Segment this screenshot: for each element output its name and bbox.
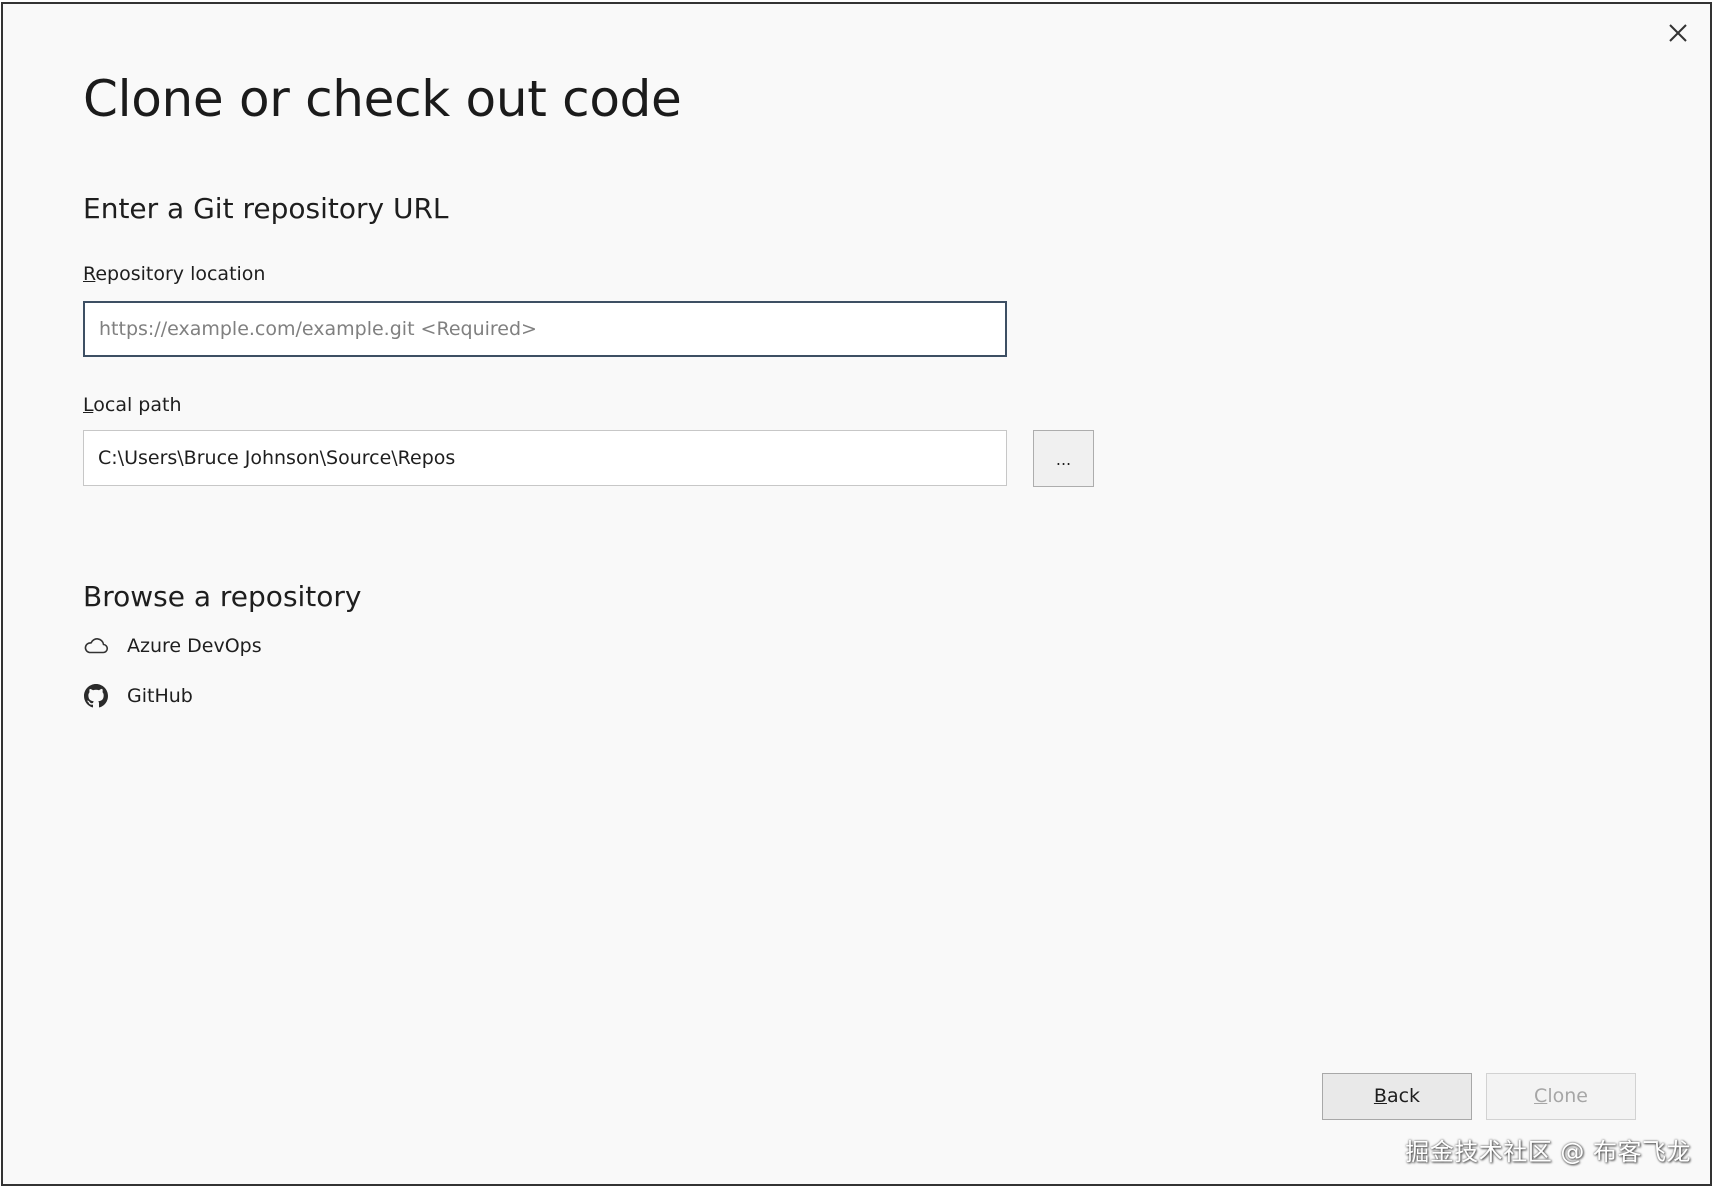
clone-label-text: lone <box>1547 1085 1588 1107</box>
page-title: Clone or check out code <box>83 70 682 128</box>
close-icon <box>1669 24 1687 42</box>
local-path-label-text: ocal path <box>93 394 182 416</box>
git-url-heading: Enter a Git repository URL <box>83 192 449 225</box>
close-button[interactable] <box>1665 20 1691 46</box>
browse-repository-heading: Browse a repository <box>83 580 362 613</box>
azure-devops-label: Azure DevOps <box>127 635 262 657</box>
repository-location-label: Repository location <box>83 263 265 285</box>
github-icon <box>83 683 109 709</box>
repository-location-access-key: R <box>83 263 96 285</box>
azure-devops-link[interactable]: Azure DevOps <box>83 631 262 661</box>
back-label-text: ack <box>1386 1085 1421 1107</box>
github-link[interactable]: GitHub <box>83 681 193 711</box>
repository-location-label-text: epository location <box>95 263 266 285</box>
clone-dialog: Clone or check out code Enter a Git repo… <box>1 2 1712 1186</box>
clone-access-key: C <box>1534 1085 1548 1107</box>
browse-folder-button[interactable]: ... <box>1033 430 1094 487</box>
github-label: GitHub <box>127 685 193 707</box>
local-path-label: Local path <box>83 394 182 416</box>
cloud-icon <box>83 633 109 659</box>
back-access-key: B <box>1373 1085 1387 1107</box>
local-path-access-key: L <box>83 394 94 416</box>
watermark-text: 掘金技术社区 @ 布客飞龙 <box>1405 1138 1691 1166</box>
clone-button[interactable]: Clone <box>1486 1073 1636 1120</box>
repository-location-input[interactable] <box>83 301 1007 357</box>
local-path-input[interactable] <box>83 430 1007 486</box>
back-button[interactable]: Back <box>1322 1073 1472 1120</box>
